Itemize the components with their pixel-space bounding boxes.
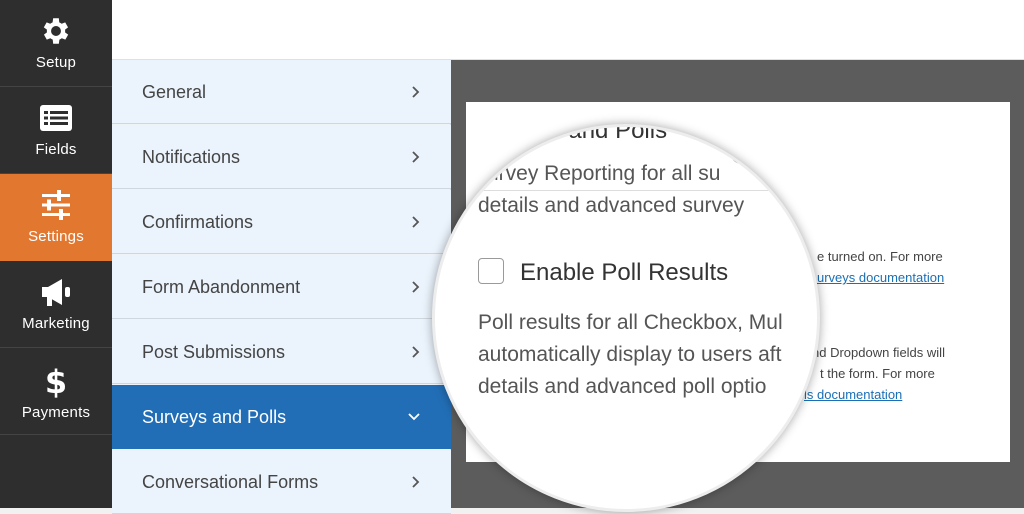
help-icon[interactable]: ? xyxy=(730,140,754,164)
poll-results-help-text-2: t the form. For more xyxy=(820,366,935,381)
panel-item-label: Notifications xyxy=(142,147,241,167)
enable-poll-results-label[interactable]: Enable Poll Results xyxy=(520,259,728,287)
panel-item-notifications[interactable]: Notifications xyxy=(112,125,451,189)
section-divider xyxy=(435,190,817,191)
chevron-right-icon xyxy=(412,151,420,163)
megaphone-icon xyxy=(42,279,70,306)
panel-item-label: Form Abandonment xyxy=(142,277,301,297)
panel-item-form-abandonment[interactable]: Form Abandonment xyxy=(112,255,451,319)
panel-item-post-submissions[interactable]: Post Submissions xyxy=(112,320,451,384)
magnifier-zoom: Surveys and Polls ? urvey Reporting for … xyxy=(432,124,820,512)
survey-reporting-desc-line1: urvey Reporting for all su xyxy=(487,162,721,185)
sidebar-item-payments[interactable]: $ Payments xyxy=(0,348,112,435)
sidebar-item-label: Fields xyxy=(35,141,77,158)
sidebar-item-fields[interactable]: Fields xyxy=(0,87,112,174)
top-bar xyxy=(112,0,1024,60)
builder-sidebar: Setup Fields Settings Marketing $ Paymen… xyxy=(0,0,112,508)
fields-icon xyxy=(40,105,72,131)
sidebar-item-label: Marketing xyxy=(22,315,90,332)
panel-item-conversational-forms[interactable]: Conversational Forms xyxy=(112,450,451,514)
poll-desc-line3: details and advanced poll optio xyxy=(478,375,767,398)
chevron-right-icon xyxy=(412,281,420,293)
poll-desc-line2: automatically display to users aft xyxy=(478,343,782,366)
sidebar-item-label: Payments xyxy=(21,404,91,421)
chevron-down-icon xyxy=(408,413,420,421)
panel-item-confirmations[interactable]: Confirmations xyxy=(112,190,451,254)
surveys-documentation-link[interactable]: urveys documentation xyxy=(817,270,944,285)
sidebar-item-settings[interactable]: Settings xyxy=(0,174,112,261)
poll-results-help-text: nd Dropdown fields will xyxy=(812,345,945,360)
sidebar-item-marketing[interactable]: Marketing xyxy=(0,261,112,348)
chevron-right-icon xyxy=(412,86,420,98)
panel-item-general[interactable]: General xyxy=(112,60,451,124)
panel-item-label: Surveys and Polls xyxy=(142,407,287,427)
chevron-right-icon xyxy=(412,476,420,488)
polls-documentation-link[interactable]: ls documentation xyxy=(804,387,902,402)
panel-item-label: Post Submissions xyxy=(142,342,286,362)
sliders-icon xyxy=(42,190,70,220)
sidebar-item-setup[interactable]: Setup xyxy=(0,0,112,87)
dollar-icon: $ xyxy=(45,363,67,398)
chevron-right-icon xyxy=(412,216,420,228)
enable-poll-results-checkbox[interactable] xyxy=(478,258,504,284)
section-title: Surveys and Polls xyxy=(475,124,668,144)
panel-item-label: Confirmations xyxy=(142,212,254,232)
chevron-right-icon xyxy=(412,346,420,358)
survey-reporting-help-text: e turned on. For more xyxy=(817,249,943,264)
sidebar-item-label: Setup xyxy=(35,54,77,71)
panel-item-label: Conversational Forms xyxy=(142,472,319,492)
gear-icon xyxy=(43,18,69,44)
sidebar-item-label: Settings xyxy=(28,228,84,245)
panel-item-label: General xyxy=(142,82,207,102)
survey-reporting-desc-line2: details and advanced survey xyxy=(478,194,745,217)
poll-desc-line1: Poll results for all Checkbox, Mul xyxy=(478,311,783,334)
settings-panel-list: General Notifications Confirmations Form… xyxy=(112,60,451,514)
svg-text:$: $ xyxy=(45,363,67,398)
panel-item-surveys-and-polls[interactable]: Surveys and Polls xyxy=(112,385,451,449)
